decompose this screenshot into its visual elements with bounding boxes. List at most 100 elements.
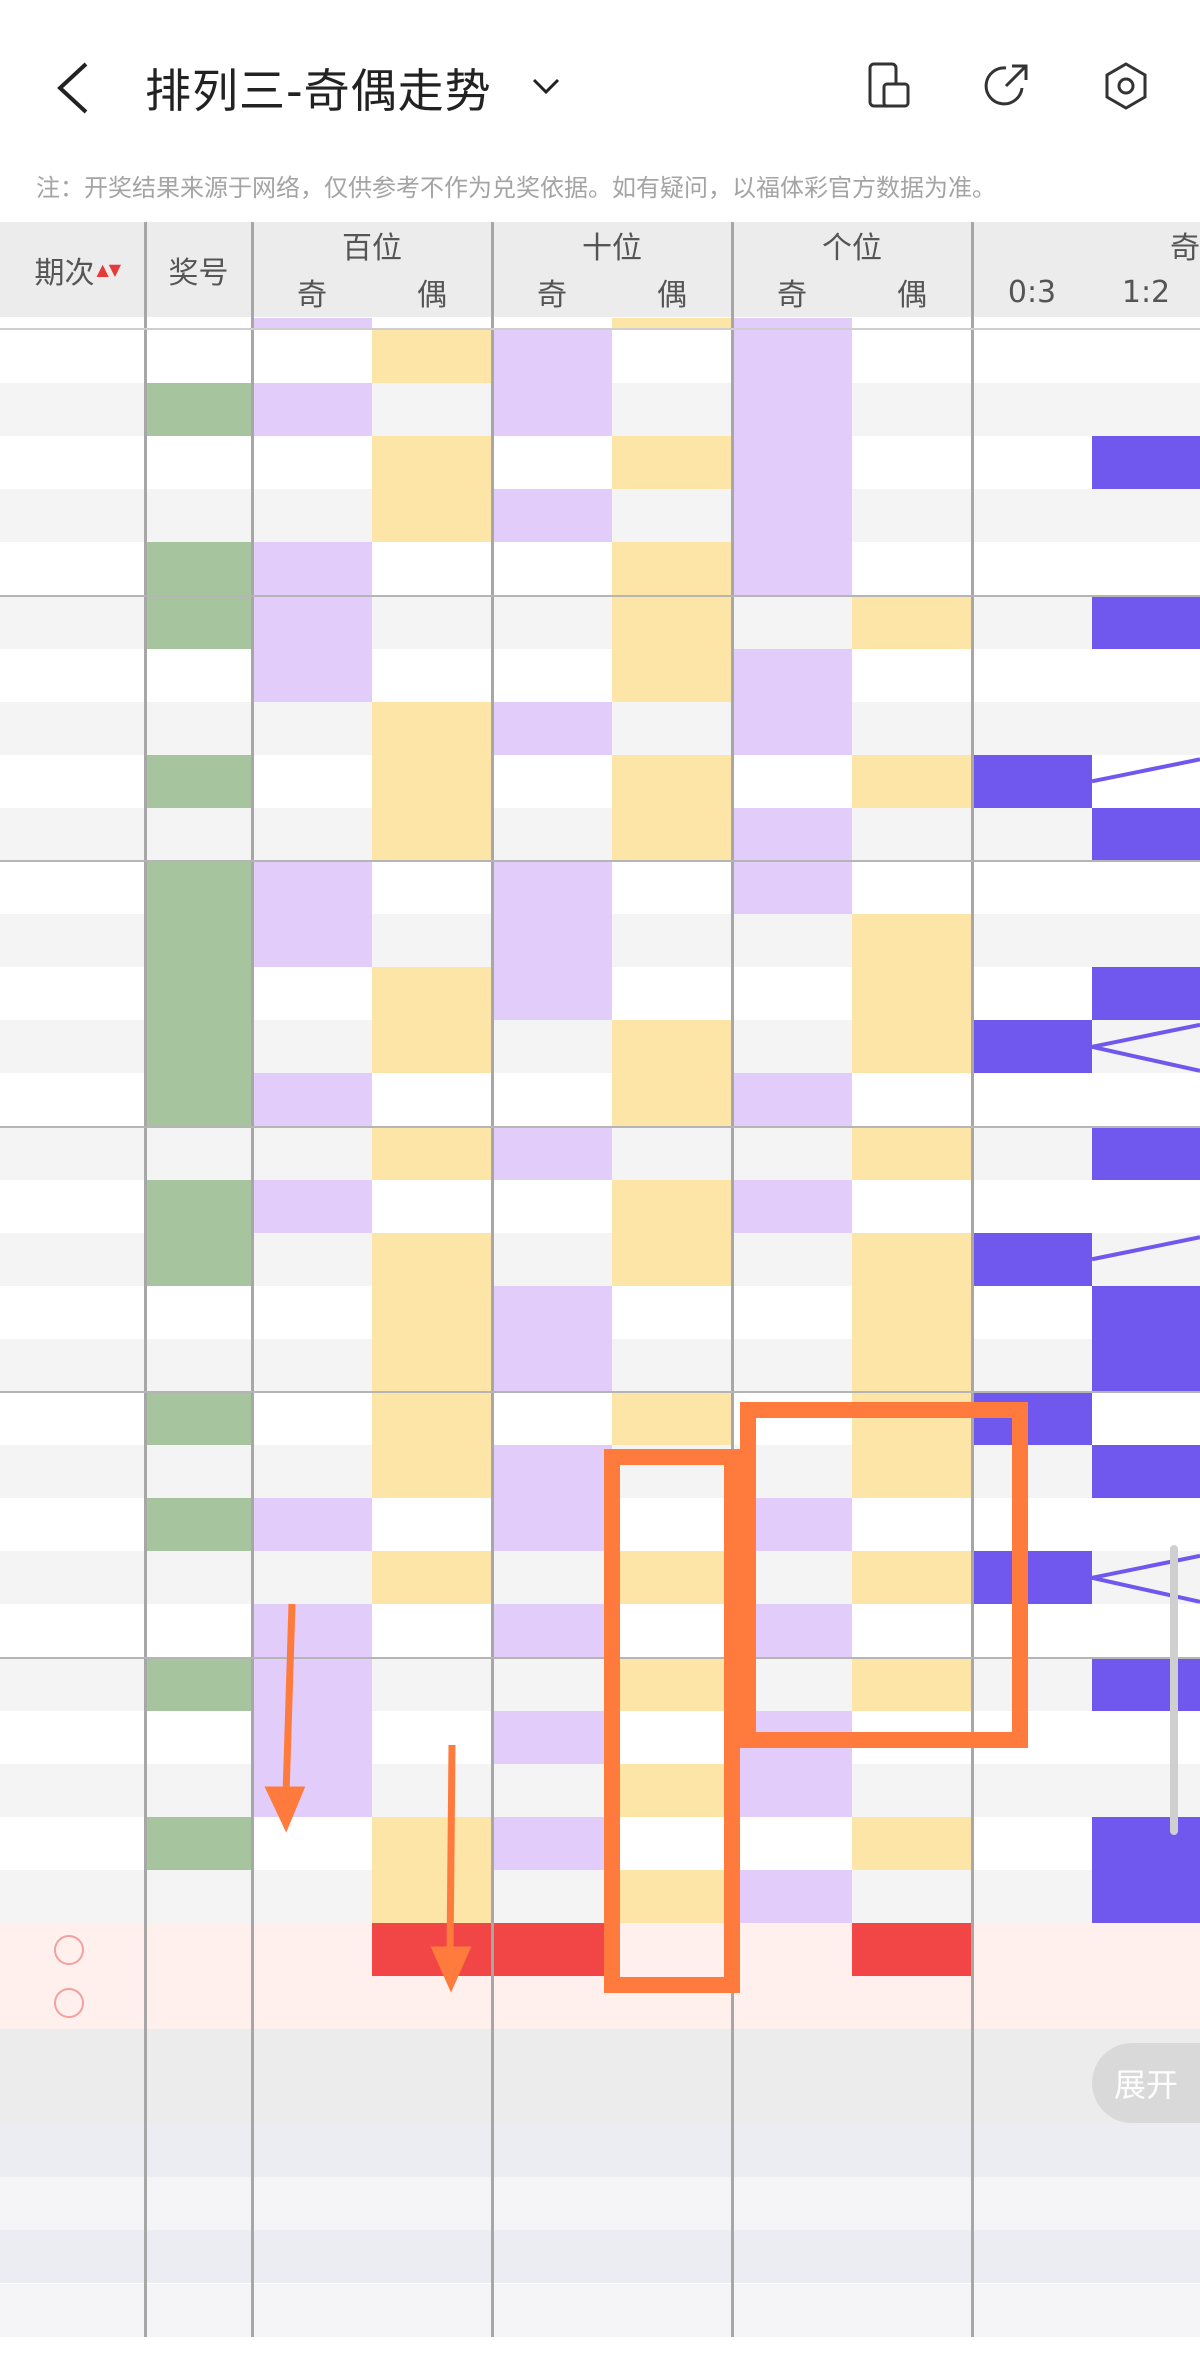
period-cell bbox=[0, 489, 145, 543]
group-separator bbox=[0, 594, 1200, 597]
trend-cell bbox=[732, 489, 852, 543]
trend-cell bbox=[972, 1179, 1092, 1233]
trend-cell bbox=[252, 1338, 372, 1392]
stat-value bbox=[252, 2283, 372, 2337]
group-header-2: 个位 bbox=[732, 222, 972, 267]
trend-cell bbox=[1092, 489, 1200, 543]
footer-subheader bbox=[732, 2074, 852, 2125]
trend-cell bbox=[852, 1816, 972, 1870]
trend-cell bbox=[492, 1179, 612, 1233]
trend-cell bbox=[372, 542, 492, 596]
prize-number-cell bbox=[145, 1232, 252, 1286]
pick-toggle[interactable] bbox=[732, 1923, 852, 1977]
footer-group-header bbox=[732, 2029, 972, 2075]
pick-toggle[interactable] bbox=[492, 1976, 612, 2030]
pick-toggle[interactable] bbox=[492, 1923, 612, 1977]
trend-cell bbox=[852, 967, 972, 1021]
back-arrow-icon[interactable] bbox=[50, 58, 96, 118]
period-cell bbox=[0, 1020, 145, 1074]
footer-subheader bbox=[972, 2074, 1092, 2125]
pick-toggle[interactable] bbox=[612, 1976, 732, 2030]
radio-circle-icon[interactable] bbox=[53, 1987, 84, 2018]
trend-cell bbox=[372, 1020, 492, 1074]
chevron-down-icon[interactable] bbox=[528, 68, 564, 104]
trend-cell bbox=[372, 1763, 492, 1817]
sort-arrows-icon[interactable]: ▲▼ bbox=[97, 261, 122, 277]
radio-circle-icon[interactable] bbox=[53, 1934, 84, 1965]
trend-cell bbox=[972, 1338, 1092, 1392]
trend-cell bbox=[492, 542, 612, 596]
stat-value bbox=[972, 2283, 1092, 2337]
page-title[interactable]: 排列三-奇偶走势 bbox=[145, 55, 492, 121]
trend-cell bbox=[372, 1869, 492, 1923]
trend-cell bbox=[372, 1445, 492, 1499]
prize-number-cell bbox=[145, 436, 252, 490]
trend-cell bbox=[492, 1445, 612, 1499]
period-cell bbox=[0, 1073, 145, 1127]
pick-toggle[interactable] bbox=[612, 1923, 732, 1977]
pick-row-label[interactable] bbox=[0, 1923, 145, 1977]
period-cell bbox=[0, 1126, 145, 1180]
trend-cell bbox=[252, 1869, 372, 1923]
stat-value bbox=[252, 2177, 372, 2231]
period-cell bbox=[0, 1551, 145, 1605]
prize-number-cell bbox=[145, 1392, 252, 1446]
pick-toggle[interactable] bbox=[852, 1923, 972, 1977]
pick-toggle[interactable] bbox=[732, 1976, 852, 2030]
trend-cell bbox=[732, 1126, 852, 1180]
trend-cell bbox=[612, 542, 732, 596]
trend-cell bbox=[732, 1816, 852, 1870]
trend-cell bbox=[732, 1392, 852, 1446]
pick-toggle[interactable] bbox=[372, 1976, 492, 2030]
prize-number-cell bbox=[145, 330, 252, 384]
pick-toggle[interactable] bbox=[972, 1923, 1092, 1977]
pick-toggle[interactable] bbox=[252, 1976, 372, 2030]
pick-toggle[interactable] bbox=[1092, 1976, 1200, 2030]
period-header[interactable]: 期次 ▲▼ bbox=[0, 222, 145, 317]
prize-number-cell bbox=[145, 1020, 252, 1074]
trend-cell bbox=[972, 1869, 1092, 1923]
share-icon[interactable] bbox=[978, 58, 1034, 114]
pick-prize-cell bbox=[145, 1976, 252, 2030]
pick-toggle[interactable] bbox=[1092, 1923, 1200, 1977]
trend-cell bbox=[612, 1498, 732, 1552]
subheader-5: 偶 bbox=[852, 267, 972, 317]
trend-cell bbox=[612, 1232, 732, 1286]
trend-cell bbox=[852, 1073, 972, 1127]
pick-toggle[interactable] bbox=[852, 1976, 972, 2030]
prize-number-cell bbox=[145, 542, 252, 596]
header-bottom-line bbox=[0, 328, 1200, 330]
trend-cell bbox=[372, 330, 492, 384]
trend-cell bbox=[252, 967, 372, 1021]
settings-icon[interactable] bbox=[1098, 58, 1154, 114]
stat-value bbox=[732, 2124, 852, 2178]
trend-cell bbox=[252, 1232, 372, 1286]
trend-cell bbox=[612, 489, 732, 543]
stat-value bbox=[612, 2230, 732, 2284]
trend-cell bbox=[252, 1179, 372, 1233]
stat-dash bbox=[145, 2283, 252, 2337]
period-cell bbox=[0, 542, 145, 596]
trend-cell bbox=[1092, 1551, 1200, 1605]
pick-toggle[interactable] bbox=[372, 1923, 492, 1977]
trend-cell bbox=[732, 436, 852, 490]
pick-toggle[interactable] bbox=[972, 1976, 1092, 2030]
trend-cell bbox=[252, 1126, 372, 1180]
trend-cell bbox=[492, 1604, 612, 1658]
trend-cell bbox=[252, 1710, 372, 1764]
prize-number-cell bbox=[145, 1763, 252, 1817]
trend-cell bbox=[372, 807, 492, 861]
scrollbar[interactable] bbox=[1170, 1545, 1178, 1835]
stat-value bbox=[252, 2230, 372, 2284]
trend-cell bbox=[612, 807, 732, 861]
trend-cell bbox=[372, 1392, 492, 1446]
device-icon[interactable] bbox=[862, 58, 918, 114]
pick-row-label[interactable] bbox=[0, 1976, 145, 2030]
trend-cell bbox=[252, 1816, 372, 1870]
expand-button[interactable]: 展开 bbox=[1092, 2043, 1200, 2123]
stat-value bbox=[972, 2124, 1092, 2178]
trend-cell bbox=[372, 1126, 492, 1180]
period-cell bbox=[0, 1816, 145, 1870]
period-cell bbox=[0, 1657, 145, 1711]
pick-toggle[interactable] bbox=[252, 1923, 372, 1977]
